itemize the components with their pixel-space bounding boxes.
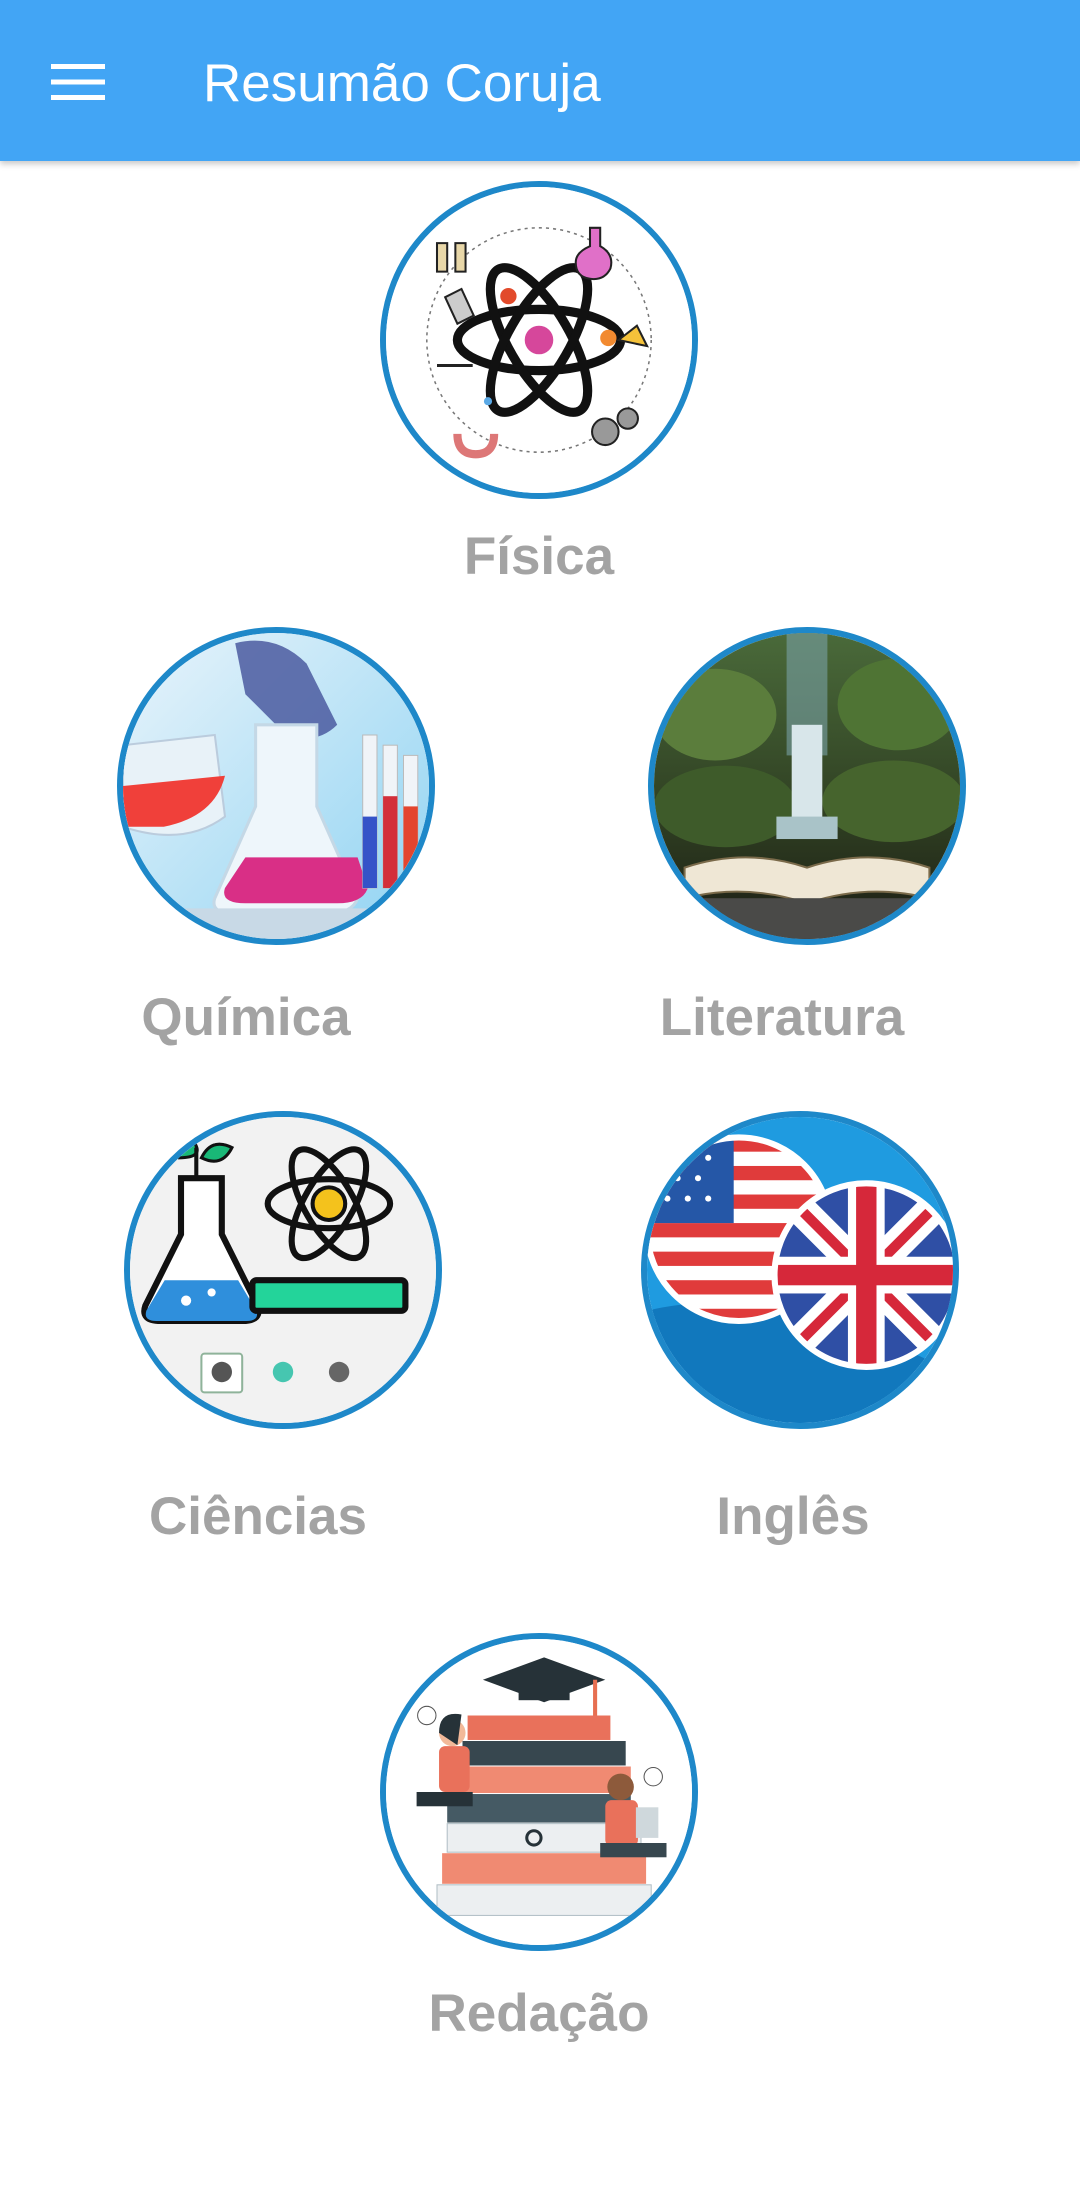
subject-card-literatura[interactable]: Literatura [648, 627, 966, 1057]
app-title: Resumão Coruja [203, 54, 601, 113]
subject-label-fisica: Física [463, 527, 615, 586]
subject-label-quimica: Química [141, 988, 351, 1047]
subject-label-literatura: Literatura [659, 988, 905, 1047]
ingles-image [641, 1111, 959, 1429]
subject-card-ciencias[interactable]: Ciências [124, 1111, 442, 1551]
fisica-image [380, 181, 698, 499]
ciencias-image [124, 1111, 442, 1429]
redacao-image [380, 1633, 698, 1951]
app-bar: Resumão Coruja [0, 0, 1080, 161]
literatura-image [648, 627, 966, 945]
hamburger-menu-icon [51, 64, 105, 100]
subject-label-ingles: Inglês [716, 1487, 870, 1546]
subject-card-quimica[interactable]: Química [117, 627, 435, 1057]
subject-label-redacao: Redação [428, 1984, 650, 2043]
subject-card-redacao[interactable]: Redação [380, 1633, 698, 2053]
menu-button[interactable] [40, 50, 116, 114]
quimica-image [117, 627, 435, 945]
subject-card-ingles[interactable]: Inglês [641, 1111, 959, 1551]
subject-card-fisica[interactable]: Física [380, 181, 698, 601]
subject-label-ciencias: Ciências [148, 1487, 367, 1546]
